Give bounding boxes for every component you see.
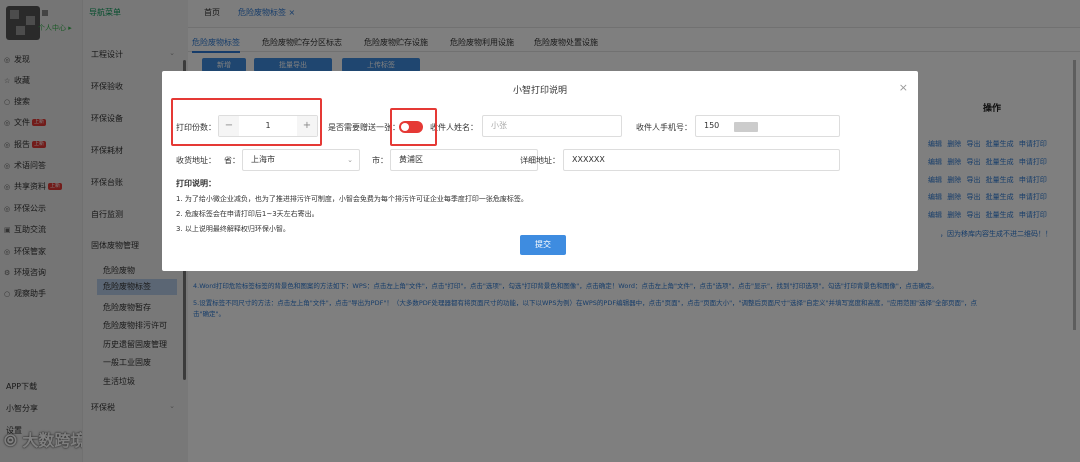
rule-line: 3. 以上说明最终解释权归环保小智。 [176, 225, 290, 233]
city-select[interactable]: 黄浦区 ⌄ [390, 149, 538, 171]
recipient-name-input[interactable]: 小张 [482, 115, 622, 137]
province-select[interactable]: 上海市 ⌄ [242, 149, 360, 171]
submit-button[interactable]: 提交 [520, 235, 566, 255]
rule-line: 1. 为了给小微企业减负，也为了推进排污许可制度，小智会免费为每个排污许可证企业… [176, 195, 528, 203]
detail-address-label: 详细地址： [520, 156, 560, 165]
recipient-phone-label: 收件人手机号： [636, 123, 692, 132]
redaction-mask [734, 122, 758, 132]
province-label: 省： [224, 156, 240, 165]
dialog-title: 小智打印说明 [512, 86, 567, 96]
detail-address-input[interactable]: XXXXXX [563, 149, 840, 171]
rule-line: 2. 危废标签会在申请打印后1~3天左右寄出。 [176, 210, 319, 218]
city-label: 市： [372, 156, 388, 165]
highlight-box-copies [171, 98, 322, 146]
close-icon[interactable]: × [899, 81, 908, 94]
chevron-down-icon: ⌄ [347, 156, 353, 164]
recipient-name-label: 收件人姓名： [430, 123, 478, 132]
recipient-phone-input[interactable]: 15029 [695, 115, 840, 137]
rules-title: 打印说明： [176, 179, 216, 188]
address-label: 收货地址： [176, 156, 216, 165]
highlight-box-toggle [390, 108, 437, 146]
